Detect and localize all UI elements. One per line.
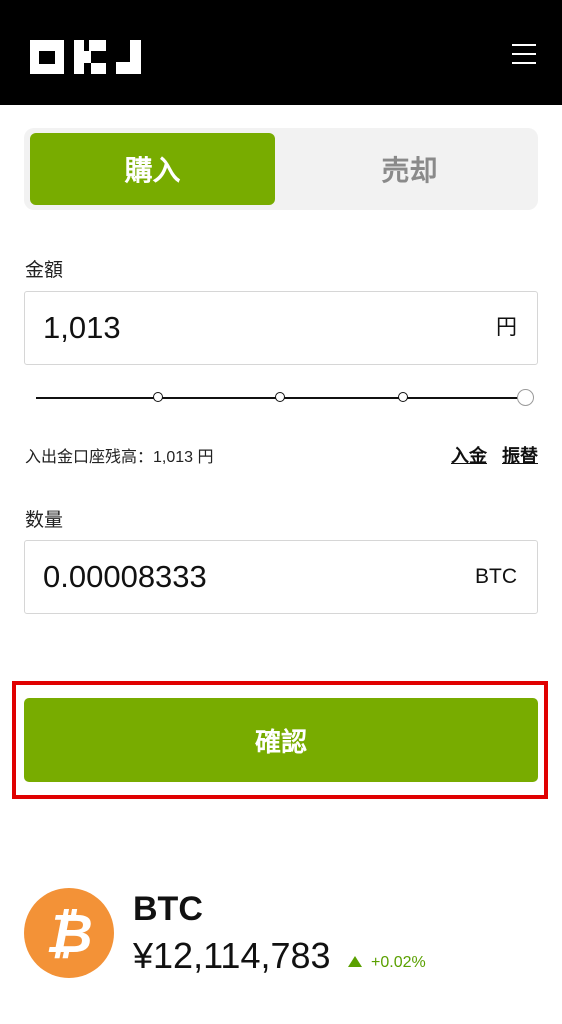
transfer-link[interactable]: 振替 [502,442,538,468]
price-change: +0.02% [348,954,426,972]
tab-buy[interactable]: 購入 [30,133,275,205]
amount-input[interactable] [43,292,423,364]
okj-logo[interactable] [30,40,156,79]
amount-slider[interactable] [36,387,536,411]
hamburger-menu-icon[interactable] [512,44,536,66]
account-balance: 入出金口座残高：1,013 円 [25,449,214,466]
slider-stop-25[interactable] [153,392,163,402]
confirm-button[interactable]: 確認 [24,698,538,782]
quantity-input[interactable] [43,541,423,613]
quantity-unit: BTC [475,565,517,588]
price-change-value: +0.02% [371,954,426,971]
tab-sell[interactable]: 売却 [287,133,532,205]
coin-price: ¥12,114,783 [133,935,331,976]
app-header [0,0,562,105]
slider-handle[interactable] [517,389,534,406]
buy-sell-tabs: 購入 売却 [24,128,538,210]
slider-stop-50[interactable] [275,392,285,402]
amount-label: 金額 [25,260,64,281]
amount-field[interactable]: 円 [24,291,538,365]
slider-stop-75[interactable] [398,392,408,402]
quantity-field[interactable]: BTC [24,540,538,614]
coin-name: BTC [133,890,203,928]
amount-unit: 円 [496,316,517,339]
quantity-label: 数量 [25,510,64,531]
bitcoin-icon: ₿ [24,888,114,978]
deposit-link[interactable]: 入金 [451,442,487,468]
up-triangle-icon [348,956,362,967]
